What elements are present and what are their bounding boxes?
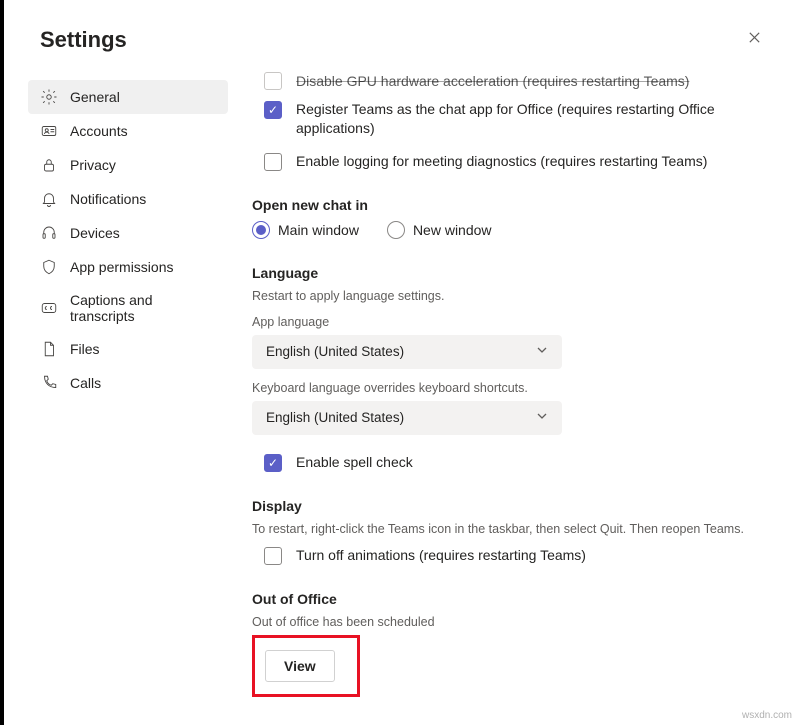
view-button[interactable]: View xyxy=(265,650,335,682)
gear-icon xyxy=(40,88,58,106)
headset-icon xyxy=(40,224,58,242)
close-icon xyxy=(747,30,762,45)
option-label: Turn off animations (requires restarting… xyxy=(296,546,586,565)
checkbox-spellcheck[interactable] xyxy=(264,454,282,472)
section-ooo-sub: Out of office has been scheduled xyxy=(252,615,768,629)
option-label: Register Teams as the chat app for Offic… xyxy=(296,100,768,138)
radio-icon xyxy=(252,221,270,239)
section-ooo-title: Out of Office xyxy=(252,591,768,607)
sidebar-item-calls[interactable]: Calls xyxy=(28,366,228,400)
radio-label: New window xyxy=(413,222,492,238)
sidebar-item-accounts[interactable]: Accounts xyxy=(28,114,228,148)
id-card-icon xyxy=(40,122,58,140)
option-label: Enable spell check xyxy=(296,453,413,472)
option-label: Disable GPU hardware acceleration (requi… xyxy=(296,73,689,89)
highlight-box: View xyxy=(252,635,360,697)
sidebar-label: Captions and transcripts xyxy=(70,292,216,324)
checkbox-disable-gpu[interactable] xyxy=(264,72,282,90)
lock-icon xyxy=(40,156,58,174)
keyboard-language-select[interactable]: English (United States) xyxy=(252,401,562,435)
watermark: wsxdn.com xyxy=(742,710,792,721)
sidebar-label: Privacy xyxy=(70,157,116,173)
app-language-label: App language xyxy=(252,315,768,329)
select-value: English (United States) xyxy=(266,410,404,425)
file-icon xyxy=(40,340,58,358)
close-button[interactable] xyxy=(741,24,768,56)
chevron-down-icon xyxy=(536,344,548,359)
sidebar-item-files[interactable]: Files xyxy=(28,332,228,366)
section-language-sub: Restart to apply language settings. xyxy=(252,289,768,303)
section-display-sub: To restart, right-click the Teams icon i… xyxy=(252,522,768,536)
sidebar-label: App permissions xyxy=(70,259,174,275)
sidebar-item-captions[interactable]: Captions and transcripts xyxy=(28,284,228,332)
option-register-teams: Register Teams as the chat app for Offic… xyxy=(252,100,768,138)
sidebar-item-app-permissions[interactable]: App permissions xyxy=(28,250,228,284)
radio-label: Main window xyxy=(278,222,359,238)
sidebar-item-devices[interactable]: Devices xyxy=(28,216,228,250)
chevron-down-icon xyxy=(536,410,548,425)
option-turn-off-animations: Turn off animations (requires restarting… xyxy=(252,546,768,565)
section-open-chat-title: Open new chat in xyxy=(252,197,768,213)
sidebar-label: General xyxy=(70,89,120,105)
checkbox-register-teams[interactable] xyxy=(264,101,282,119)
settings-sidebar: General Accounts Privacy Notifications D… xyxy=(28,72,228,697)
settings-content: Disable GPU hardware acceleration (requi… xyxy=(252,72,776,697)
sidebar-label: Accounts xyxy=(70,123,128,139)
sidebar-label: Calls xyxy=(70,375,101,391)
sidebar-label: Files xyxy=(70,341,100,357)
select-value: English (United States) xyxy=(266,344,404,359)
radio-main-window[interactable]: Main window xyxy=(252,221,359,239)
sidebar-label: Notifications xyxy=(70,191,146,207)
bell-icon xyxy=(40,190,58,208)
section-language-title: Language xyxy=(252,265,768,281)
radio-icon xyxy=(387,221,405,239)
sidebar-label: Devices xyxy=(70,225,120,241)
sidebar-item-privacy[interactable]: Privacy xyxy=(28,148,228,182)
phone-icon xyxy=(40,374,58,392)
checkbox-animations[interactable] xyxy=(264,547,282,565)
option-label: Enable logging for meeting diagnostics (… xyxy=(296,152,707,171)
option-spellcheck: Enable spell check xyxy=(252,453,768,472)
app-language-select[interactable]: English (United States) xyxy=(252,335,562,369)
sidebar-item-general[interactable]: General xyxy=(28,80,228,114)
option-enable-logging: Enable logging for meeting diagnostics (… xyxy=(252,152,768,171)
option-disable-gpu: Disable GPU hardware acceleration (requi… xyxy=(252,72,768,90)
sidebar-item-notifications[interactable]: Notifications xyxy=(28,182,228,216)
keyboard-language-label: Keyboard language overrides keyboard sho… xyxy=(252,381,768,395)
radio-new-window[interactable]: New window xyxy=(387,221,492,239)
shield-icon xyxy=(40,258,58,276)
checkbox-enable-logging[interactable] xyxy=(264,153,282,171)
captions-icon xyxy=(40,299,58,317)
section-display-title: Display xyxy=(252,498,768,514)
page-title: Settings xyxy=(40,27,127,53)
